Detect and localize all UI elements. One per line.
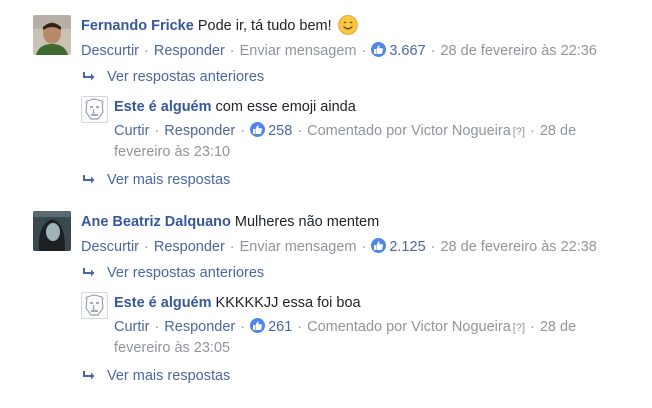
reply-date[interactable]: 28 de (540, 123, 576, 139)
reply-text: com esse emoji ainda (215, 99, 356, 115)
comment-date[interactable]: 28 de fevereiro às 22:38 (440, 239, 596, 255)
reply-text: KKKKKJJ essa foi boa (215, 295, 361, 311)
separator: · (144, 239, 149, 255)
like-link[interactable]: Curtir (114, 123, 149, 139)
view-previous-replies-link[interactable]: Ver respostas anteriores (107, 265, 264, 281)
separator: · (530, 123, 535, 139)
thumbs-up-icon[interactable] (371, 42, 387, 57)
separator: · (430, 239, 436, 255)
like-count[interactable]: 258 (268, 123, 292, 139)
avatar-fernando[interactable] (33, 15, 71, 55)
thumbs-up-icon[interactable] (250, 318, 266, 333)
smiling-face-icon (337, 15, 358, 40)
reply-link[interactable]: Responder (154, 43, 225, 59)
avatar-ane-beatriz[interactable] (33, 211, 71, 251)
separator: · (154, 123, 160, 139)
separator: · (361, 43, 367, 59)
send-message-link[interactable]: Enviar mensagem (240, 239, 357, 255)
avatar-este-e-alguem[interactable] (81, 292, 108, 319)
like-link[interactable]: Curtir (114, 319, 149, 335)
thumbs-up-icon[interactable] (371, 238, 387, 253)
reply-arrow-icon (82, 267, 96, 279)
separator: · (154, 319, 160, 335)
comment-text: Mulheres não mentem (234, 214, 380, 230)
view-more-replies-link[interactable]: Ver mais respostas (107, 172, 230, 188)
separator: · (229, 43, 235, 59)
send-message-link[interactable]: Enviar mensagem (240, 43, 357, 59)
reply-link[interactable]: Responder (164, 123, 235, 139)
separator: · (144, 43, 149, 59)
commented-by[interactable]: Comentado por Victor Nogueira (307, 123, 511, 139)
separator: · (430, 43, 436, 59)
separator: · (530, 319, 535, 335)
comment-text: Pode ir, tá tudo bem! (197, 18, 332, 34)
like-count[interactable]: 2.125 (389, 239, 425, 255)
unlike-link[interactable]: Descurtir (81, 239, 139, 255)
reply-arrow-icon (82, 71, 96, 83)
reply-date[interactable]: 28 de (540, 319, 576, 335)
view-more-replies-link[interactable]: Ver mais respostas (107, 368, 230, 384)
comment-date[interactable]: 28 de fevereiro às 22:36 (440, 43, 596, 59)
reply-link[interactable]: Responder (164, 319, 235, 335)
unlike-link[interactable]: Descurtir (81, 43, 139, 59)
avatar-este-e-alguem[interactable] (81, 96, 108, 123)
comment-author[interactable]: Fernando Fricke (81, 18, 194, 34)
like-count[interactable]: 3.667 (389, 43, 425, 59)
reply-link[interactable]: Responder (154, 239, 225, 255)
help-link[interactable]: [?] (513, 126, 525, 138)
reply-date-continued[interactable]: fevereiro às 23:10 (114, 144, 230, 160)
separator: · (361, 239, 367, 255)
like-count[interactable]: 261 (268, 319, 292, 335)
reply-author[interactable]: Este é alguém (114, 99, 212, 115)
separator: · (240, 319, 246, 335)
comment-author[interactable]: Ane Beatriz Dalquano (81, 214, 231, 230)
reply-arrow-icon (82, 370, 96, 382)
commented-by[interactable]: Comentado por Victor Nogueira (307, 319, 511, 335)
separator: · (297, 319, 303, 335)
help-link[interactable]: [?] (513, 322, 525, 334)
separator: · (229, 239, 235, 255)
thumbs-up-icon[interactable] (250, 122, 266, 137)
separator: · (240, 123, 246, 139)
separator: · (297, 123, 303, 139)
reply-arrow-icon (82, 174, 96, 186)
reply-author[interactable]: Este é alguém (114, 295, 212, 311)
view-previous-replies-link[interactable]: Ver respostas anteriores (107, 69, 264, 85)
reply-date-continued[interactable]: fevereiro às 23:05 (114, 340, 230, 356)
